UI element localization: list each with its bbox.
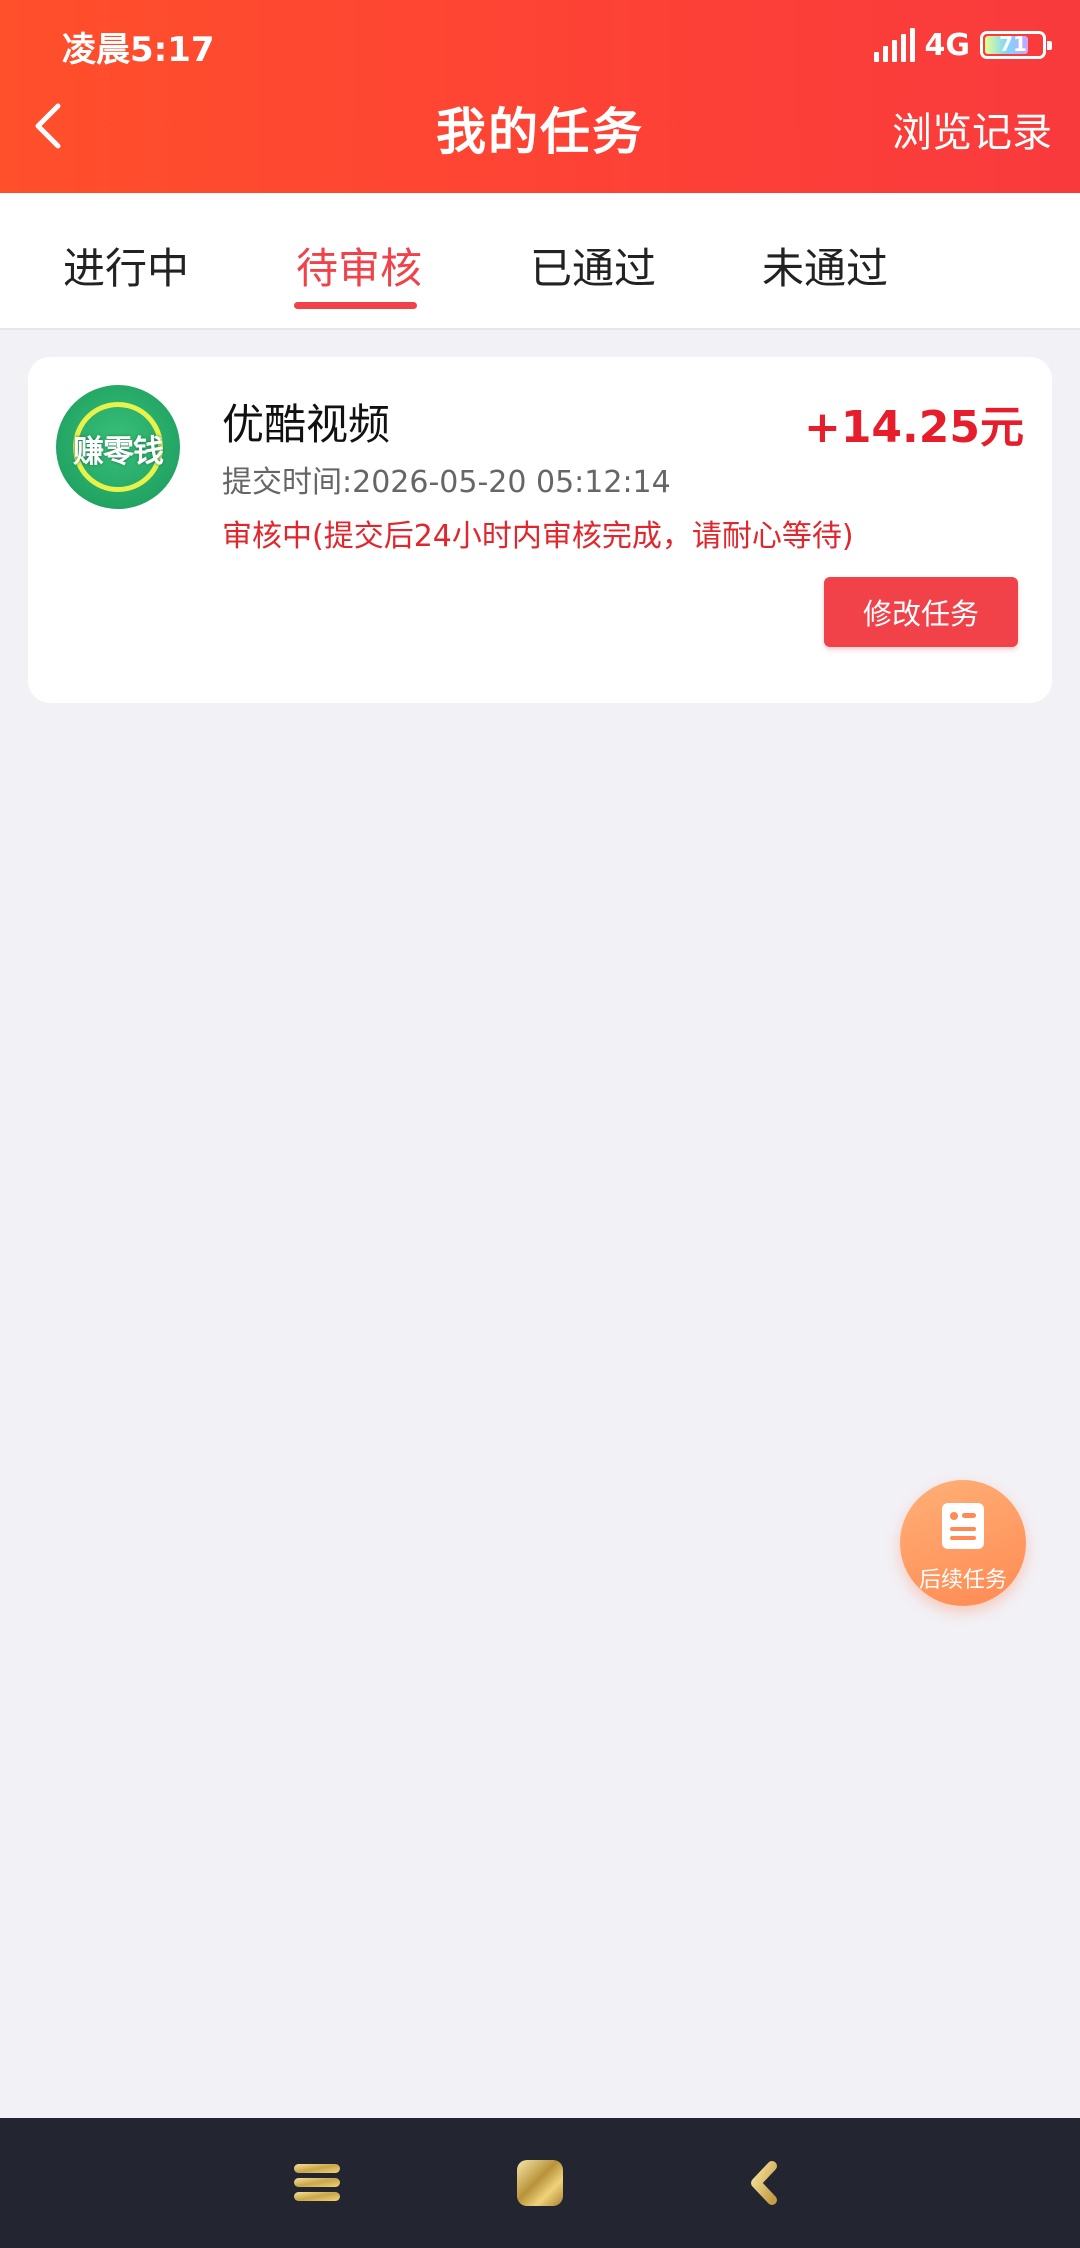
fab-label: 后续任务: [918, 1568, 1007, 1593]
document-list-icon: [942, 1503, 984, 1549]
network-type: 4G: [924, 27, 971, 63]
battery-icon: 71: [980, 31, 1052, 59]
system-nav-bar: [0, 2118, 1080, 2248]
nav-back-button[interactable]: [730, 2148, 800, 2218]
status-time: 凌晨5:17: [62, 30, 215, 70]
menu-icon: [294, 2164, 340, 2201]
tab-in-progress[interactable]: 进行中: [63, 235, 189, 296]
signal-icon: [873, 28, 915, 62]
tab-rejected[interactable]: 未通过: [762, 235, 888, 296]
task-name: 优酷视频: [222, 400, 391, 449]
back-icon: [751, 2161, 777, 2205]
submit-time: 提交时间:2026-05-20 05:12:14: [222, 465, 671, 500]
logo-text: 赚零钱: [73, 434, 164, 470]
nav-menu-button[interactable]: [282, 2148, 352, 2218]
active-tab-indicator: [294, 302, 417, 309]
review-status: 审核中(提交后24小时内审核完成，请耐心等待): [222, 519, 854, 554]
follow-up-tasks-button[interactable]: 后续任务: [900, 1480, 1026, 1606]
task-card[interactable]: 赚零钱 优酷视频 +14.25元 提交时间:2026-05-20 05:12:1…: [28, 357, 1052, 703]
app-page: 凌晨5:17 4G 71 我的任务 浏览记录 进行中 待审核 已通过 未通过 赚…: [0, 0, 1080, 2248]
home-icon: [517, 2160, 563, 2206]
browse-history-link[interactable]: 浏览记录: [892, 100, 1052, 158]
task-logo: 赚零钱: [56, 385, 180, 509]
tab-approved[interactable]: 已通过: [530, 235, 656, 296]
battery-level: 71: [999, 32, 1027, 56]
nav-home-button[interactable]: [505, 2148, 575, 2218]
status-indicators: 4G 71: [873, 22, 1052, 68]
task-reward: +14.25元: [803, 402, 1024, 453]
tab-pending-review[interactable]: 待审核: [296, 235, 422, 296]
modify-task-button[interactable]: 修改任务: [824, 577, 1018, 647]
status-tabs: 进行中 待审核 已通过 未通过: [0, 193, 1080, 330]
header-bar: 凌晨5:17 4G 71 我的任务 浏览记录: [0, 0, 1080, 193]
